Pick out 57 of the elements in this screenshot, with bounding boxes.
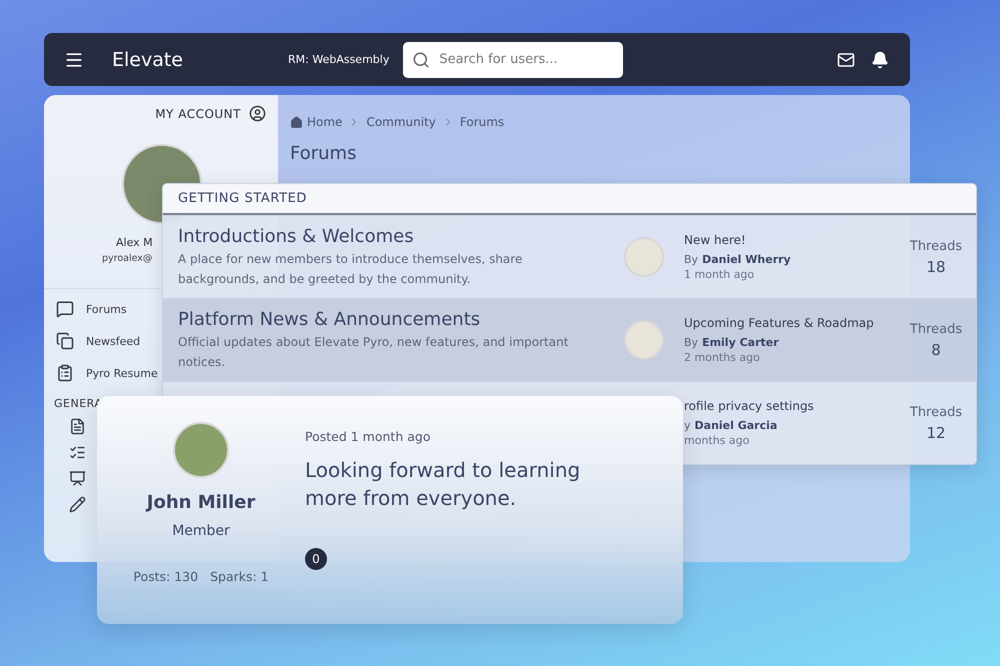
author-link[interactable]: Daniel Wherry [702, 253, 791, 266]
author-link[interactable]: Daniel Garcia [694, 419, 778, 432]
timestamp: 2 months ago [684, 351, 761, 364]
thread-count: 8 [931, 340, 941, 358]
forum-row[interactable]: Platform News & Announcements Official updates about Elevate Pyro, new features, and important notices. Upcoming Features & Roadmap By Emily Carter 2 months ago Threads 8 [163, 298, 976, 381]
breadcrumb-link[interactable]: Forums [460, 115, 504, 129]
author-role: Member [172, 523, 230, 539]
search-field[interactable]: Search for users... [403, 42, 624, 78]
room-label: RM: WebAssembly [288, 53, 390, 66]
forum-title[interactable]: Platform News & Announcements [178, 308, 624, 330]
nav-item[interactable]: Pyro Resume [44, 357, 160, 389]
stat-label: Threads [910, 322, 962, 336]
document-icon[interactable] [69, 418, 86, 435]
stacked-windows-icon [56, 332, 74, 350]
by-label: By [684, 253, 698, 266]
post-body: Looking forward to learning more from everyone. [305, 457, 582, 512]
sparks-count: Sparks: 1 [210, 569, 269, 584]
post-timestamp: Posted 1 month ago [305, 429, 432, 444]
author-link[interactable]: Emily Carter [702, 336, 779, 349]
app-title: Elevate [112, 48, 184, 70]
by-label: By [684, 336, 698, 349]
breadcrumb-link[interactable]: Community [366, 115, 436, 129]
presentation-board-icon[interactable] [69, 470, 86, 487]
category-heading: GETTING STARTED [163, 184, 976, 215]
search-icon [412, 50, 430, 68]
latest-thread-link[interactable]: New here! [684, 233, 896, 247]
timestamp: 1 month ago [684, 268, 756, 281]
forum-description: A place for new members to introduce themselves, share backgrounds, and be greeted by the community. [178, 250, 524, 288]
latest-thread-link[interactable]: rofile privacy settings [684, 399, 896, 413]
nav-item[interactable]: Forums [44, 293, 129, 325]
chat-bubble-icon [56, 300, 74, 318]
reaction-count[interactable]: 0 [305, 548, 327, 570]
forum-title[interactable]: Introductions & Welcomes [178, 226, 624, 246]
account-label[interactable]: MY ACCOUNT [155, 106, 241, 120]
user-name: Alex M [116, 236, 153, 249]
user-email: pyroalex@ [102, 253, 152, 264]
stat-label: Threads [910, 238, 962, 254]
bell-icon[interactable] [871, 50, 890, 68]
timestamp: months ago [684, 434, 750, 447]
section-heading: GENERA [53, 396, 104, 412]
stat-label: Threads [910, 404, 962, 420]
mail-icon[interactable] [837, 50, 856, 68]
pencil-icon[interactable] [69, 496, 86, 513]
home-icon [290, 116, 303, 128]
checklist-icon[interactable] [69, 444, 86, 461]
clipboard-icon [56, 364, 74, 382]
by-label: y [684, 419, 691, 432]
page-title: Forums [290, 143, 358, 164]
thread-count: 12 [926, 424, 946, 442]
forum-description: Official updates about Elevate Pyro, new features, and important notices. [178, 334, 570, 370]
thread-count: 18 [926, 258, 946, 276]
posts-count: Posts: 130 [133, 569, 198, 584]
author-name: John Miller [146, 492, 256, 513]
breadcrumb-link[interactable]: Home [290, 115, 342, 129]
user-circle-icon[interactable] [249, 105, 266, 122]
nav-item[interactable]: Newsfeed [44, 325, 142, 357]
latest-thread-link[interactable]: Upcoming Features & Roadmap [684, 316, 896, 330]
